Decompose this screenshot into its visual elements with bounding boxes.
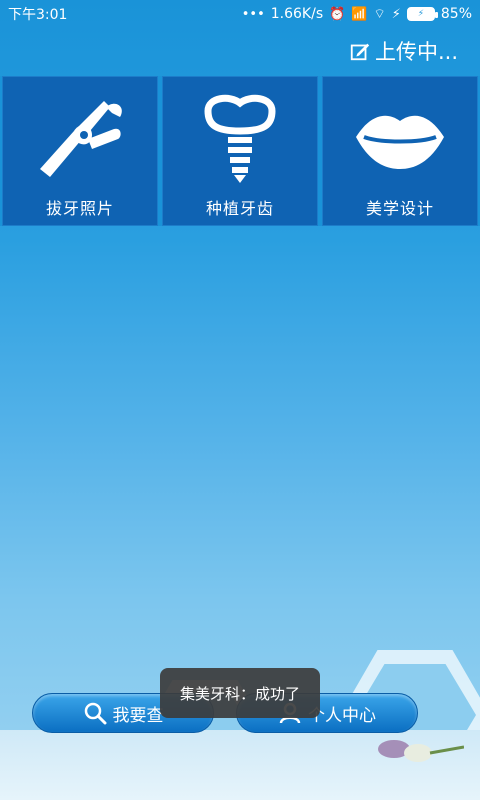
top-bar: 上传中... <box>0 28 480 74</box>
extraction-pliers-icon <box>40 101 122 177</box>
feature-grid: 拔牙照片 种植牙齿 美学设计 <box>0 76 480 226</box>
tile-aesthetic-design[interactable]: 美学设计 <box>322 76 478 226</box>
search-button-label: 我要查 <box>112 705 164 726</box>
status-time: 下午3:01 <box>8 7 68 23</box>
toast-message: 集美牙科：成功了 <box>160 668 320 718</box>
tile-label: 拔牙照片 <box>45 199 114 218</box>
tile-label: 美学设计 <box>365 199 434 218</box>
more-dots-icon: ••• <box>241 6 265 22</box>
tile-label: 种植牙齿 <box>205 199 274 218</box>
alarm-icon: ⏰ <box>329 6 346 22</box>
charging-icon: ⚡ <box>391 6 401 22</box>
network-speed: 1.66K/s <box>270 6 324 22</box>
search-icon <box>84 702 106 725</box>
dental-implant-icon <box>204 94 276 183</box>
battery-percent: 85% <box>440 6 472 22</box>
tile-dental-implant[interactable]: 种植牙齿 <box>162 76 318 226</box>
upload-button[interactable]: 上传中... <box>349 36 458 66</box>
status-bar: 下午3:01 ••• 1.66K/s ⏰ 📶 ⌔ ⚡ ⚡ 85% <box>0 0 480 28</box>
battery-icon: ⚡ <box>406 7 438 21</box>
cell-signal-icon: 📶 <box>351 6 368 22</box>
flower-decoration <box>378 740 464 762</box>
upload-edit-icon <box>350 43 370 61</box>
wifi-icon: ⌔ <box>373 6 386 22</box>
upload-label: 上传中... <box>374 40 458 64</box>
tile-extraction-photos[interactable]: 拔牙照片 <box>2 76 158 226</box>
status-icons: ••• 1.66K/s ⏰ 📶 ⌔ ⚡ ⚡ 85% <box>242 6 472 22</box>
lips-icon <box>356 115 444 169</box>
